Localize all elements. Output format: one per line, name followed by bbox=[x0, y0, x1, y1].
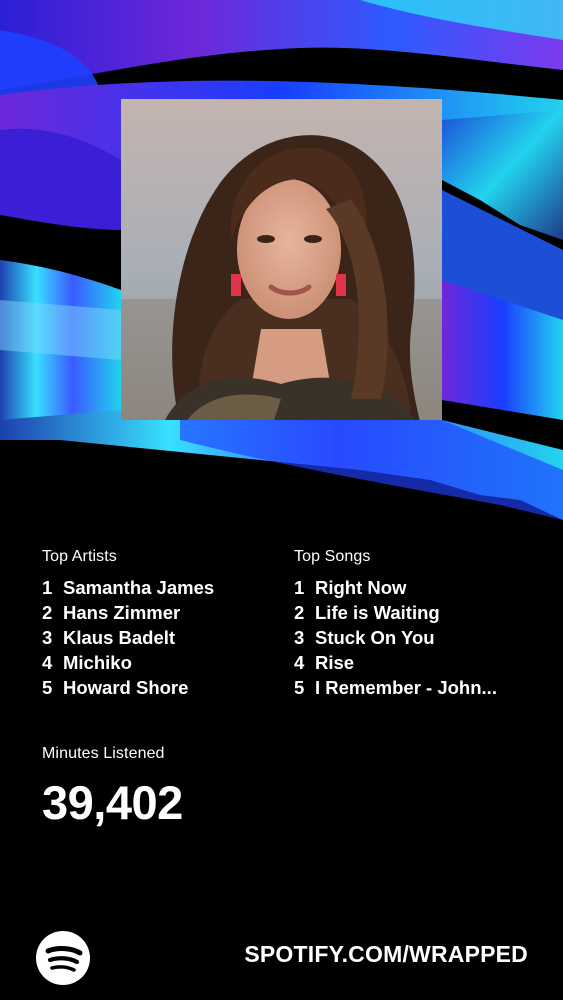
rank-number: 4 bbox=[42, 652, 53, 673]
top-songs-list: 1 Right Now 2 Life is Waiting 3 Stuck On Yo… bbox=[294, 577, 497, 702]
rank-number: 2 bbox=[42, 602, 53, 623]
artist-name: Hans Zimmer bbox=[63, 602, 181, 623]
rank-number: 2 bbox=[294, 602, 305, 623]
list-item: 4 Rise bbox=[294, 652, 497, 677]
artist-name: Samantha James bbox=[63, 577, 215, 598]
list-item: 5 I Remember - John... bbox=[294, 677, 497, 702]
list-item: 5 Howard Shore bbox=[42, 677, 214, 702]
top-artists-label: Top Artists bbox=[42, 548, 117, 565]
list-item: 2 Life is Waiting bbox=[294, 602, 497, 627]
rank-number: 3 bbox=[294, 627, 305, 648]
rank-number: 1 bbox=[294, 577, 305, 598]
list-item: 4 Michiko bbox=[42, 652, 214, 677]
list-item: 3 Stuck On You bbox=[294, 627, 497, 652]
rank-number: 5 bbox=[42, 677, 53, 698]
song-name: Life is Waiting bbox=[315, 602, 440, 623]
artist-name: Michiko bbox=[63, 652, 132, 673]
song-name: I Remember - John... bbox=[315, 677, 497, 698]
list-item: 1 Samantha James bbox=[42, 577, 214, 602]
list-item: 1 Right Now bbox=[294, 577, 497, 602]
song-name: Stuck On You bbox=[315, 627, 435, 648]
artist-name: Klaus Badelt bbox=[63, 627, 176, 648]
top-songs-label: Top Songs bbox=[294, 548, 371, 565]
artist-name: Howard Shore bbox=[63, 677, 189, 698]
minutes-listened-value: 39,402 bbox=[42, 776, 183, 829]
list-item: 3 Klaus Badelt bbox=[42, 627, 214, 652]
spotify-logo-icon[interactable] bbox=[36, 931, 90, 985]
rank-number: 4 bbox=[294, 652, 305, 673]
rank-number: 3 bbox=[42, 627, 53, 648]
top-artists-list: 1 Samantha James 2 Hans Zimmer 3 Klaus Bade… bbox=[42, 577, 214, 702]
top-artist-image bbox=[121, 99, 442, 420]
spotify-wrapped-link[interactable]: SPOTIFY.COM/WRAPPED bbox=[244, 941, 528, 968]
rank-number: 1 bbox=[42, 577, 53, 598]
minutes-listened-label: Minutes Listened bbox=[42, 745, 165, 762]
list-item: 2 Hans Zimmer bbox=[42, 602, 214, 627]
rank-number: 5 bbox=[294, 677, 305, 698]
song-name: Right Now bbox=[315, 577, 407, 598]
song-name: Rise bbox=[315, 652, 355, 673]
